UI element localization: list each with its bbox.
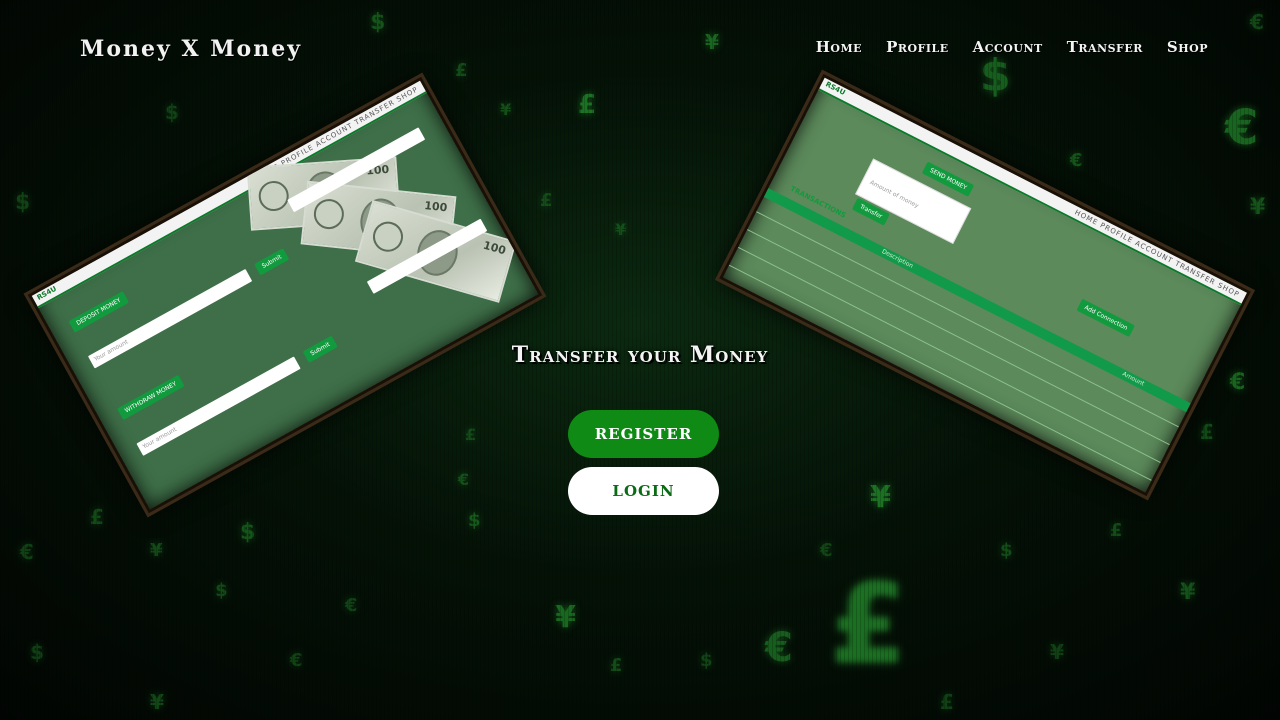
register-button[interactable]: REGISTER — [568, 410, 719, 458]
preview-withdraw-pill: WITHDRAW MONEY — [117, 374, 185, 421]
currency-glyph-icon: £ — [1110, 520, 1123, 541]
currency-glyph-icon: € — [1225, 100, 1259, 156]
nav-home[interactable]: Home — [816, 38, 862, 56]
brand-logo[interactable]: Money X Money — [80, 36, 302, 62]
currency-glyph-icon: € — [345, 595, 358, 616]
currency-glyph-icon: € — [1070, 150, 1083, 171]
currency-glyph-icon: £ — [455, 60, 468, 81]
currency-glyph-icon: € — [458, 470, 470, 489]
nav-shop[interactable]: Shop — [1167, 38, 1208, 56]
currency-glyph-icon: £ — [465, 425, 477, 444]
bill-number: 100 — [481, 238, 508, 258]
page: $ £ ¥ € $ € £ ¥ $ £ ¥ € $ € £ ¥ $ £ ¥ € $ € £ ¥ $ £ ¥ € $ € £ ¥ $ £ ¥ € $ € £ ¥… — [0, 0, 1280, 720]
currency-glyph-icon: £ — [578, 90, 597, 120]
currency-glyph-icon: £ — [1200, 420, 1214, 444]
currency-glyph-icon: $ — [15, 190, 31, 215]
currency-glyph-icon: ¥ — [555, 600, 576, 635]
preview-add-connection-button: Add Connection — [1076, 298, 1136, 338]
currency-glyph-icon: $ — [30, 640, 44, 664]
bill-seal — [312, 197, 346, 231]
main-nav: Home Profile Account Transfer Shop — [816, 38, 1208, 56]
currency-glyph-icon: ¥ — [150, 540, 163, 561]
currency-glyph-icon: ¥ — [150, 690, 164, 714]
bill-number: 100 — [423, 199, 448, 215]
currency-glyph-icon: £ — [540, 190, 553, 211]
currency-glyph-icon: € — [765, 625, 793, 671]
currency-glyph-icon: ¥ — [1250, 195, 1266, 220]
nav-account[interactable]: Account — [973, 38, 1043, 56]
hero-title: Transfer your Money — [511, 342, 769, 368]
preview-deposit-submit: Submit — [254, 247, 290, 276]
currency-glyph-icon: £ — [940, 690, 954, 714]
currency-glyph-icon: ¥ — [1050, 640, 1064, 664]
currency-glyph-icon: £ — [610, 655, 623, 676]
preview-brand: RS4U — [35, 284, 58, 302]
bill-seal — [257, 180, 290, 213]
currency-glyph-icon: $ — [370, 10, 386, 35]
currency-glyph-icon: ¥ — [705, 30, 719, 54]
currency-glyph-icon: $ — [980, 50, 1011, 101]
preview-brand: RS4U — [824, 80, 847, 97]
preview-deposit-pill: DEPOSIT MONEY — [68, 291, 129, 333]
preview-table-row — [747, 229, 1170, 446]
currency-glyph-icon: $ — [215, 580, 228, 601]
currency-glyph-icon: £ — [90, 505, 104, 529]
preview-withdraw-input: Your amount — [136, 356, 301, 456]
currency-glyph-icon: $ — [1000, 540, 1013, 561]
currency-glyph-icon: ¥ — [870, 480, 891, 515]
login-button[interactable]: LOGIN — [568, 467, 719, 515]
nav-profile[interactable]: Profile — [886, 38, 949, 56]
currency-glyph-icon: £ — [830, 560, 907, 688]
currency-glyph-icon: $ — [700, 650, 713, 671]
currency-glyph-icon: $ — [165, 100, 179, 124]
bill-seal — [369, 218, 407, 256]
preview-deposit-screenshot: RS4U HOME PROFILE ACCOUNT TRANSFER SHOP … — [27, 76, 543, 514]
currency-glyph-icon: € — [820, 540, 833, 561]
currency-glyph-icon: $ — [468, 510, 481, 531]
currency-glyph-icon: ¥ — [615, 220, 627, 239]
currency-glyph-icon: € — [1250, 10, 1264, 34]
currency-glyph-icon: ¥ — [1180, 580, 1196, 605]
currency-glyph-icon: ¥ — [500, 100, 512, 119]
currency-glyph-icon: $ — [240, 520, 256, 545]
preview-transactions-screenshot: RS4U HOME PROFILE ACCOUNT TRANSFER SHOP … — [718, 73, 1252, 497]
currency-glyph-icon: € — [20, 540, 34, 564]
preview-table-row — [728, 264, 1152, 481]
currency-glyph-icon: € — [290, 650, 303, 671]
nav-transfer[interactable]: Transfer — [1067, 38, 1143, 56]
currency-glyph-icon: € — [1230, 370, 1246, 395]
preview-nav-links: HOME PROFILE ACCOUNT TRANSFER SHOP — [1073, 208, 1241, 299]
